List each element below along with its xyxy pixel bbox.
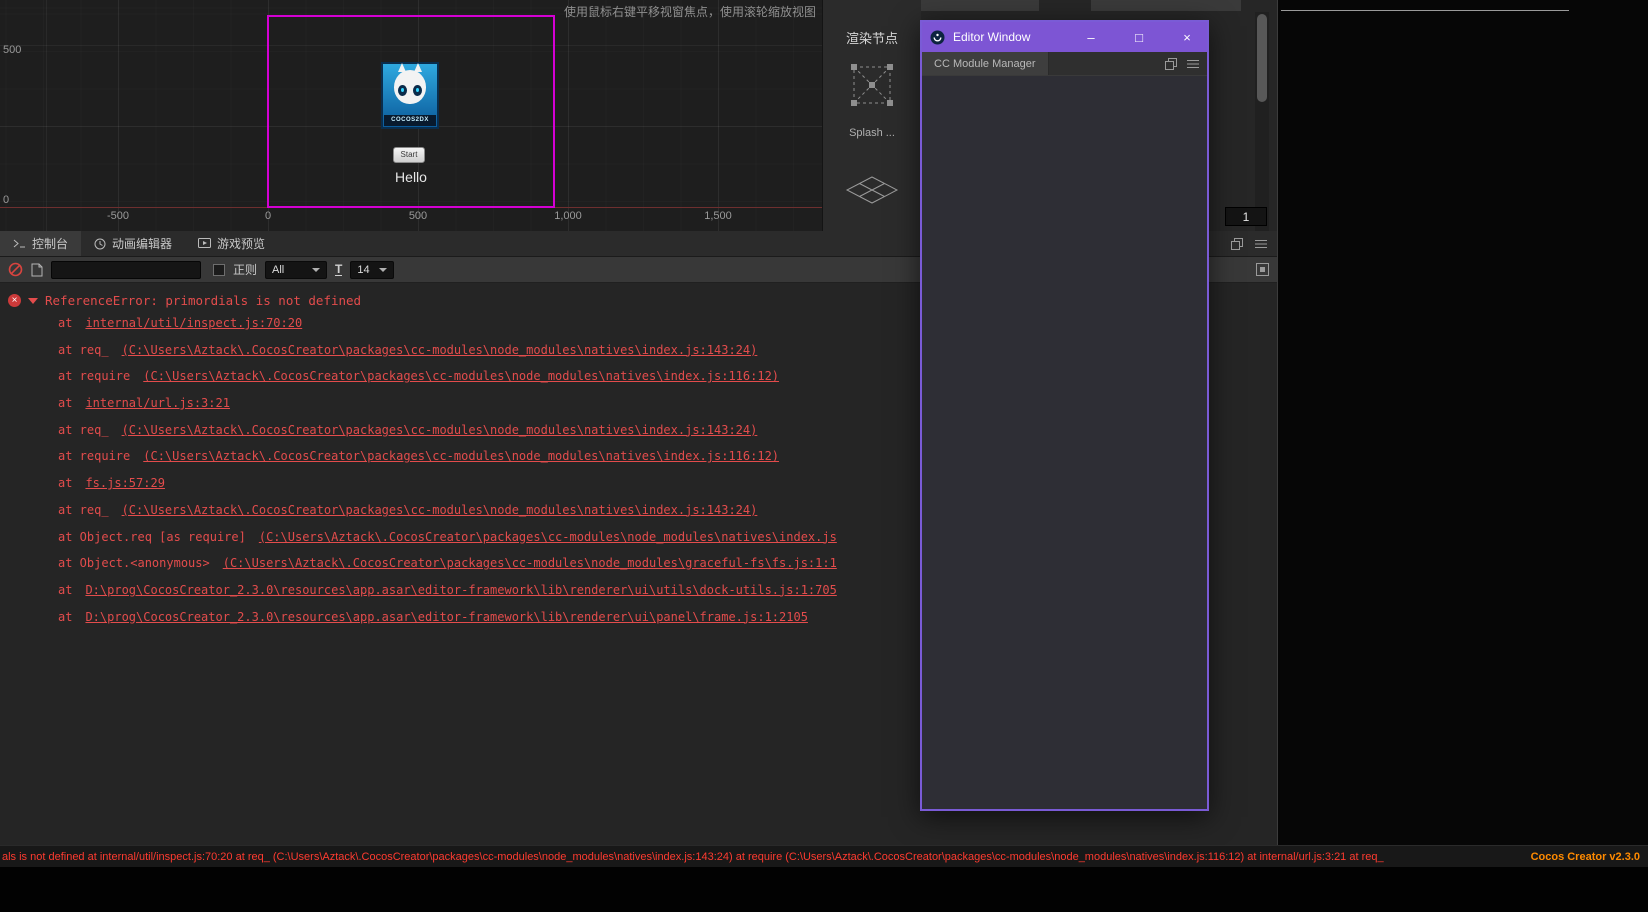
- regex-label: 正则: [233, 263, 258, 277]
- render-node-palette: 渲染节点 Splash ...: [822, 0, 921, 231]
- stack-link[interactable]: (C:\Users\Aztack\.CocosCreator\packages\…: [259, 530, 837, 544]
- cocos-app-icon: [930, 30, 945, 44]
- tab-cc-module-manager[interactable]: CC Module Manager: [922, 52, 1049, 75]
- minimize-button[interactable]: –: [1071, 22, 1111, 52]
- error-message: ReferenceError: primordials is not defin…: [45, 293, 362, 308]
- tab-game-preview[interactable]: 游戏预览: [185, 231, 278, 256]
- cocos-logo-sprite[interactable]: COCOS2DX: [381, 62, 439, 129]
- editor-window: Editor Window – □ × CC Module Manager: [920, 20, 1209, 811]
- scrollbar-thumb[interactable]: [1257, 14, 1267, 102]
- font-size-icon: T: [335, 262, 343, 276]
- status-bar: als is not defined at internal/util/insp…: [0, 845, 1648, 867]
- clock-icon: [94, 238, 106, 249]
- tab-console[interactable]: 控制台: [0, 231, 82, 256]
- logo-eye: [413, 85, 422, 96]
- stack-link[interactable]: fs.js:57:29: [85, 476, 164, 490]
- tab-animation-editor[interactable]: 动画编辑器: [81, 231, 185, 256]
- logo-eye: [398, 85, 407, 96]
- chevron-down-icon: [379, 267, 388, 272]
- ruler-bottom-label: 1,500: [704, 210, 732, 222]
- logo-head-shape: [394, 63, 426, 104]
- collapse-log-icon[interactable]: [1256, 263, 1269, 276]
- cocos-creator-window: 使用鼠标右键平移视窗焦点，使用滚轮缩放视图 500 0 -500 0 500 1…: [0, 0, 1648, 912]
- app-version-label: Cocos Creator v2.3.0: [1530, 850, 1640, 863]
- stack-link[interactable]: (C:\Users\Aztack\.CocosCreator\packages\…: [143, 449, 779, 463]
- ruler-bottom-label: 1,000: [554, 210, 582, 222]
- editor-window-content: [922, 76, 1207, 809]
- ruler-bottom-label: 500: [408, 210, 428, 222]
- error-badge-icon: ×: [8, 294, 21, 307]
- editor-window-title: Editor Window: [953, 30, 1031, 44]
- scene-button-node[interactable]: Start: [393, 147, 425, 163]
- stack-prefix: at: [58, 476, 73, 491]
- value-input[interactable]: [1225, 207, 1267, 226]
- scene-view[interactable]: 使用鼠标右键平移视窗焦点，使用滚轮缩放视图 500 0 -500 0 500 1…: [0, 0, 822, 231]
- ruler-bottom-label: -500: [106, 210, 130, 222]
- float-window-icon[interactable]: [1165, 57, 1177, 70]
- stack-prefix: at: [58, 396, 73, 411]
- console-tabbar-actions: [1231, 237, 1277, 250]
- editor-window-tab-actions: [1165, 57, 1207, 70]
- clipped-panel-tab[interactable]: [921, 0, 1039, 11]
- scrollbar-track: [1255, 12, 1269, 231]
- vertical-divider: [1277, 0, 1278, 845]
- ruler-left-label: 500: [3, 44, 22, 56]
- stack-prefix: at Object.req [as require]: [58, 529, 246, 544]
- scene-hello-label[interactable]: Hello: [267, 169, 555, 185]
- panel-menu-icon[interactable]: [1187, 59, 1199, 69]
- bottom-empty-region: [0, 867, 1648, 912]
- font-size-value: 14: [357, 263, 370, 276]
- font-size-dropdown[interactable]: 14: [350, 260, 395, 279]
- logo-caption: COCOS2DX: [384, 115, 436, 126]
- stack-link[interactable]: D:\prog\CocosCreator_2.3.0\resources\app…: [85, 583, 836, 597]
- ruler-bottom-label: 0: [264, 210, 272, 222]
- stack-prefix: at require: [58, 369, 131, 384]
- stack-link[interactable]: D:\prog\CocosCreator_2.3.0\resources\app…: [85, 610, 807, 624]
- regex-checkbox[interactable]: [213, 263, 225, 276]
- stack-link[interactable]: (C:\Users\Aztack\.CocosCreator\packages\…: [143, 369, 779, 383]
- float-window-icon[interactable]: [1231, 237, 1243, 250]
- right-empty-region: [1278, 0, 1648, 845]
- stack-link[interactable]: (C:\Users\Aztack\.CocosCreator\packages\…: [122, 503, 758, 517]
- palette-item-label[interactable]: Splash ...: [823, 127, 921, 139]
- log-type-filter-dropdown[interactable]: All: [265, 260, 328, 279]
- chevron-down-icon: [312, 267, 321, 272]
- stack-prefix: at: [58, 609, 73, 624]
- stack-prefix: at require: [58, 449, 131, 464]
- stack-link[interactable]: (C:\Users\Aztack\.CocosCreator\packages\…: [122, 423, 758, 437]
- palette-title: 渲染节点: [845, 31, 898, 46]
- tab-label: 游戏预览: [217, 237, 266, 251]
- editor-window-titlebar[interactable]: Editor Window – □ ×: [922, 22, 1207, 52]
- stack-prefix: at req_: [58, 422, 109, 437]
- panel-menu-icon[interactable]: [1255, 239, 1267, 249]
- ruler-left-label: 0: [3, 194, 10, 206]
- stack-link[interactable]: (C:\Users\Aztack\.CocosCreator\packages\…: [122, 343, 758, 357]
- tab-label: 动画编辑器: [112, 237, 173, 251]
- stack-prefix: at req_: [58, 342, 109, 357]
- stack-prefix: at req_: [58, 502, 109, 517]
- stack-link[interactable]: internal/url.js:3:21: [85, 396, 230, 410]
- clear-console-icon[interactable]: [8, 262, 23, 277]
- stack-prefix: at: [58, 316, 73, 330]
- open-log-file-icon[interactable]: [31, 263, 43, 277]
- window-edge-line: [1281, 10, 1569, 11]
- editor-window-tabstrip: CC Module Manager: [922, 52, 1207, 76]
- filter-value: All: [272, 263, 285, 276]
- close-button[interactable]: ×: [1167, 22, 1207, 52]
- console-search-input[interactable]: [51, 260, 201, 279]
- maximize-button[interactable]: □: [1119, 22, 1159, 52]
- preview-screen-icon: [198, 238, 212, 248]
- expand-caret-icon[interactable]: [28, 297, 38, 304]
- stack-prefix: at Object.<anonymous>: [58, 556, 210, 571]
- status-error-message[interactable]: als is not defined at internal/util/insp…: [0, 851, 1523, 863]
- stack-link[interactable]: internal/util/inspect.js:70:20: [85, 316, 302, 330]
- clipped-panel-tab[interactable]: [1091, 0, 1241, 11]
- tiledmap-node-icon[interactable]: [845, 175, 899, 205]
- tab-label: 控制台: [32, 237, 69, 251]
- stack-prefix: at: [58, 582, 73, 597]
- terminal-icon: [13, 239, 25, 248]
- sprite-node-icon[interactable]: [850, 63, 894, 107]
- stack-link[interactable]: (C:\Users\Aztack\.CocosCreator\packages\…: [223, 556, 837, 570]
